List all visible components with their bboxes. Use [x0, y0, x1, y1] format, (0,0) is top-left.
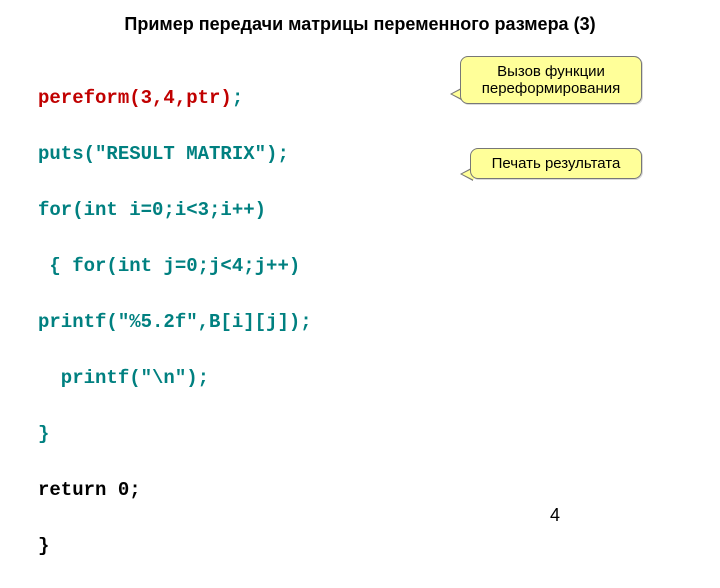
callout-print: Печать результата: [470, 148, 642, 179]
code-line-1: pereform(3,4,ptr);: [38, 84, 312, 112]
code-line-5: printf("%5.2f",B[i][j]);: [38, 308, 312, 336]
code-line-6: printf("\n");: [38, 364, 312, 392]
code-line-4: { for(int j=0;j<4;j++): [38, 252, 312, 280]
code-semi: ;: [232, 87, 243, 109]
code-line-8: return 0;: [38, 476, 312, 504]
callout-reform: Вызов функции переформирования: [460, 56, 642, 104]
code-block: pereform(3,4,ptr); puts("RESULT MATRIX")…: [38, 56, 312, 588]
page-number: 4: [550, 505, 560, 526]
code-line-7: }: [38, 420, 312, 448]
code-line-2: puts("RESULT MATRIX");: [38, 140, 312, 168]
slide-title: Пример передачи матрицы переменного разм…: [0, 14, 720, 35]
code-line-3: for(int i=0;i<3;i++): [38, 196, 312, 224]
code-line-9: }: [38, 532, 312, 560]
code-call: pereform(3,4,ptr): [38, 87, 232, 109]
